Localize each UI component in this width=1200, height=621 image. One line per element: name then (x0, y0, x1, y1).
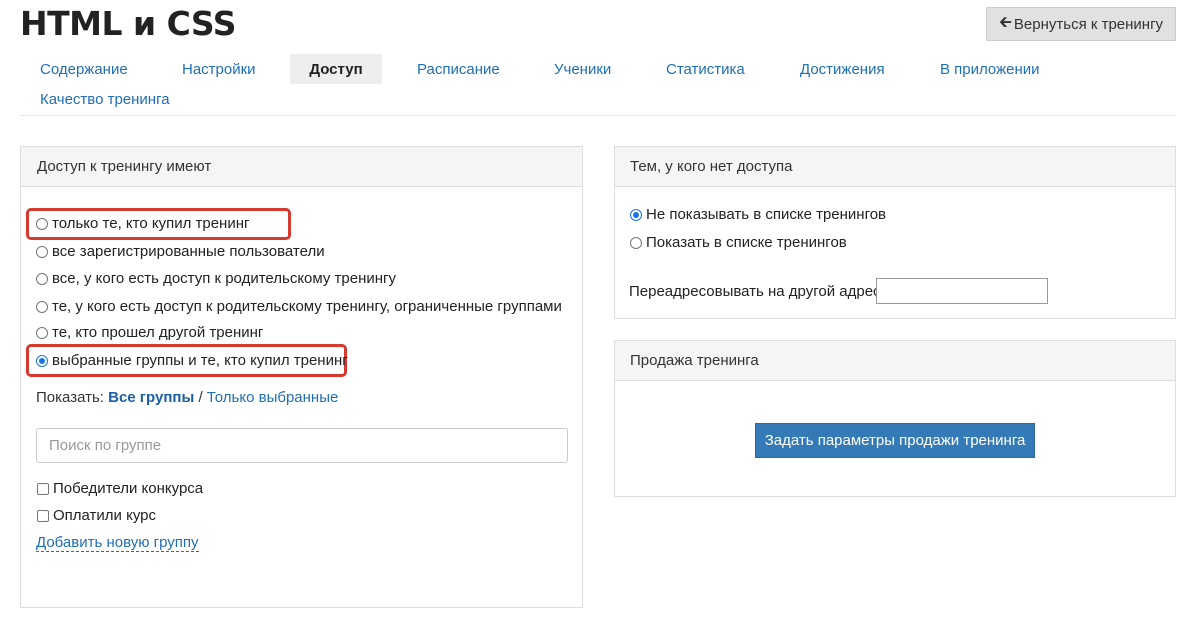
tab-in-app[interactable]: В приложении (940, 54, 1040, 84)
tab-schedule[interactable]: Расписание (417, 54, 500, 84)
option-label: те, кто прошел другой тренинг (52, 324, 264, 341)
back-to-training-button[interactable]: 🡰 Вернуться к тренингу (986, 7, 1176, 41)
radio-button[interactable] (36, 217, 48, 230)
radio-button-checked[interactable] (36, 354, 48, 367)
back-button-label: Вернуться к тренингу (1013, 15, 1164, 33)
option-label: те, у кого есть доступ к родительскому т… (52, 298, 562, 315)
option-label: все, у кого есть доступ к родительскому … (52, 270, 397, 287)
group-search-input[interactable] (36, 428, 568, 463)
access-option-groups-and-purchased[interactable]: выбранные группы и те, кто купил тренинг (36, 352, 348, 369)
show-label: Показать: (36, 389, 104, 406)
no-access-panel: Тем, у кого нет доступа Не показывать в … (614, 146, 1176, 319)
access-panel-title: Доступ к тренингу имеют (21, 147, 582, 187)
option-label: Не показывать в списке тренингов (646, 206, 887, 223)
sale-settings-button[interactable]: Задать параметры продажи тренинга (755, 423, 1035, 458)
access-option-parent-groups[interactable]: те, у кого есть доступ к родительскому т… (36, 298, 562, 315)
show-all-groups-link[interactable]: Все группы (108, 389, 194, 406)
sale-panel-title: Продажа тренинга (615, 341, 1175, 381)
access-option-parent[interactable]: все, у кого есть доступ к родительскому … (36, 270, 396, 287)
no-access-option-show[interactable]: Показать в списке тренингов (630, 234, 847, 251)
redirect-url-input[interactable] (876, 278, 1048, 304)
radio-button[interactable] (630, 236, 642, 249)
redirect-label: Переадресовывать на другой адрес (629, 283, 881, 300)
option-label: все зарегистрированные пользователи (52, 243, 325, 260)
access-option-registered[interactable]: все зарегистрированные пользователи (36, 243, 325, 260)
arrow-left-icon: 🡰 (998, 13, 1012, 31)
group-contest-winners[interactable]: Победители конкурса (37, 480, 203, 497)
group-label: Оплатили курс (53, 507, 157, 524)
tab-statistics[interactable]: Статистика (666, 54, 745, 84)
show-selected-groups-link[interactable]: Только выбранные (207, 389, 339, 406)
sale-panel: Продажа тренинга Задать параметры продаж… (614, 340, 1176, 497)
radio-button[interactable] (36, 245, 48, 258)
option-label: Показать в списке тренингов (646, 234, 847, 251)
option-label: только те, кто купил тренинг (52, 215, 250, 232)
access-panel: Доступ к тренингу имеют только те, кто к… (20, 146, 583, 608)
tab-students[interactable]: Ученики (554, 54, 611, 84)
tab-bar: Содержание Настройки Доступ Расписание У… (20, 54, 1176, 116)
tab-settings[interactable]: Настройки (182, 54, 256, 84)
option-label: выбранные группы и те, кто купил тренинг (52, 352, 348, 369)
tab-achievements[interactable]: Достижения (800, 54, 885, 84)
radio-button[interactable] (36, 300, 48, 313)
access-option-other-training[interactable]: те, кто прошел другой тренинг (36, 324, 263, 341)
tab-training-quality[interactable]: Качество тренинга (40, 84, 170, 114)
checkbox[interactable] (37, 482, 49, 495)
add-group-link[interactable]: Добавить новую группу (36, 534, 199, 552)
tab-content[interactable]: Содержание (40, 54, 128, 84)
access-option-purchased[interactable]: только те, кто купил тренинг (36, 215, 249, 232)
radio-button[interactable] (36, 272, 48, 285)
group-filter: Показать: Все группы / Только выбранные (36, 389, 338, 406)
group-paid-course[interactable]: Оплатили курс (37, 507, 156, 524)
no-access-panel-title: Тем, у кого нет доступа (615, 147, 1175, 187)
filter-separator: / (198, 389, 203, 406)
tab-access[interactable]: Доступ (290, 54, 382, 84)
checkbox[interactable] (37, 509, 49, 522)
page-title: HTML и CSS (20, 4, 236, 43)
group-label: Победители конкурса (53, 480, 204, 497)
radio-button[interactable] (36, 326, 48, 339)
radio-button-checked[interactable] (630, 208, 642, 221)
no-access-option-hide[interactable]: Не показывать в списке тренингов (630, 206, 886, 223)
